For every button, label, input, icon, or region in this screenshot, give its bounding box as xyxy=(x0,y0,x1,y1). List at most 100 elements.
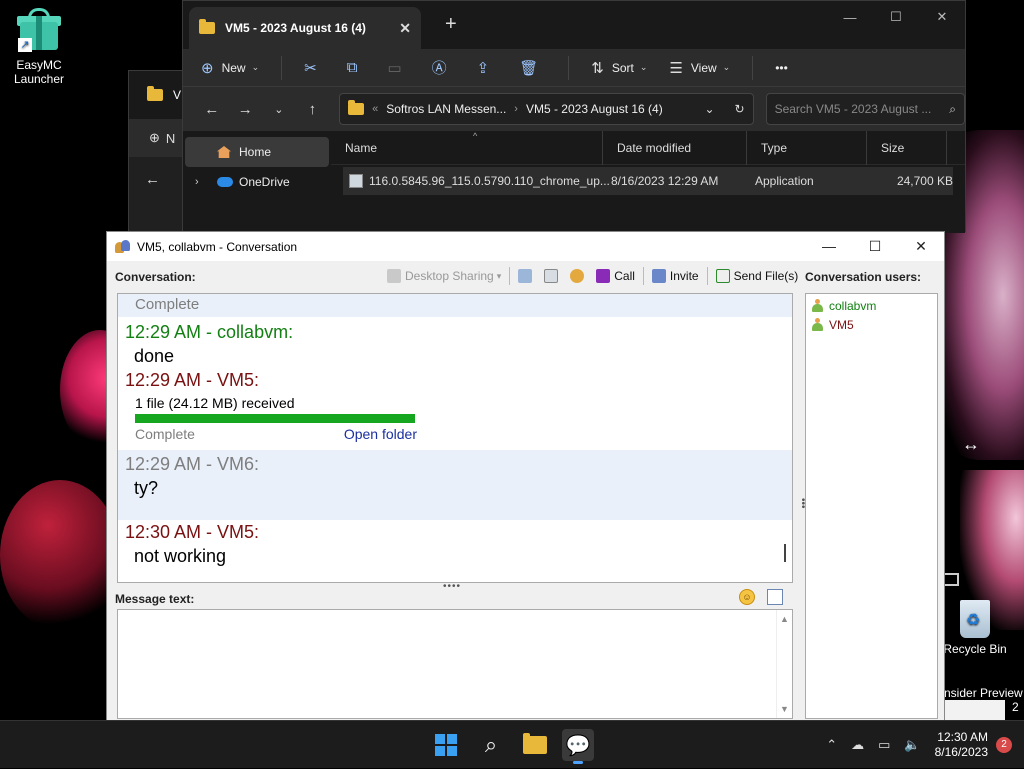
file-explorer-window[interactable]: VM5 - 2023 August 16 (4) ✕ + — ☐ ✕ ⊕ New ⌄… xyxy=(182,0,966,233)
nav-item-home[interactable]: Home xyxy=(185,137,329,167)
start-button[interactable] xyxy=(430,729,462,761)
minimize-button[interactable]: — xyxy=(806,238,852,255)
column-header-size[interactable]: Size xyxy=(867,130,947,165)
chevron-right-icon[interactable]: › xyxy=(195,176,209,188)
breadcrumb-separator-icon: › xyxy=(514,103,518,115)
gear-icon xyxy=(570,269,585,283)
user-item[interactable]: VM5 xyxy=(806,315,937,334)
message-header: 12:29 AM - VM6: xyxy=(125,454,260,474)
close-tab-icon[interactable]: ✕ xyxy=(399,20,411,37)
format-text-icon[interactable] xyxy=(767,589,783,605)
softros-messenger-taskbar-button[interactable]: 💬 xyxy=(562,729,594,764)
view-label: View xyxy=(690,60,717,75)
view-button[interactable]: ☰ View ⌄ xyxy=(669,59,730,77)
desktop-icon-label: EasyMC xyxy=(16,58,62,72)
paste-button[interactable]: ▭ xyxy=(387,59,409,77)
plus-circle-icon: ⊕ xyxy=(201,59,214,77)
cut-button[interactable]: ✂ xyxy=(304,59,325,77)
new-label: New xyxy=(221,60,246,75)
close-button[interactable]: ✕ xyxy=(919,1,965,33)
column-header-type[interactable]: Type xyxy=(747,130,867,165)
tab-current-folder[interactable]: VM5 - 2023 August 16 (4) ✕ xyxy=(189,7,421,49)
recycle-bin-icon: ♻ xyxy=(956,594,994,638)
desktop-icon-easymc[interactable]: ↗ EasyMC Launcher xyxy=(4,8,74,86)
send-files-button[interactable]: Send File(s) xyxy=(715,269,799,283)
breadcrumb-overflow[interactable]: « xyxy=(372,103,378,115)
minimize-button[interactable]: — xyxy=(827,1,873,33)
back-arrow-icon[interactable]: ← xyxy=(195,101,229,118)
conversation-history[interactable]: Complete 12:29 AM - collabvm: done 12:29… xyxy=(117,293,793,583)
search-input[interactable]: Search VM5 - 2023 August ... ⌕ xyxy=(765,93,966,125)
call-button[interactable]: Call xyxy=(596,269,635,283)
clock[interactable]: 12:30 AM 8/16/2023 xyxy=(935,730,988,760)
volume-icon[interactable]: 🔈 xyxy=(904,737,920,753)
desktop-icon-recycle-bin[interactable]: ♻ Recycle Bin xyxy=(940,594,1010,656)
sort-button[interactable]: ⇅ Sort ⌄ xyxy=(591,59,647,77)
monitor-icon[interactable]: ▭ xyxy=(878,737,890,753)
message-header: 12:30 AM - VM5: xyxy=(125,522,260,542)
address-bar[interactable]: « Softros LAN Messen... › VM5 - 2023 Aug… xyxy=(339,93,754,125)
save-log-button[interactable] xyxy=(544,269,562,283)
transfer-progress-bar xyxy=(135,414,415,423)
history-button[interactable] xyxy=(518,269,536,283)
network-icon[interactable]: ☁ xyxy=(851,737,864,753)
recent-locations-icon[interactable]: ⌄ xyxy=(262,103,296,116)
more-options-button[interactable]: ••• xyxy=(775,61,788,75)
file-explorer-taskbar-button[interactable] xyxy=(519,729,551,761)
new-icon: ⊕ xyxy=(149,130,160,145)
user-name: collabvm xyxy=(829,298,877,313)
column-header-name[interactable]: Name xyxy=(331,130,603,165)
rename-icon: Ⓐ xyxy=(431,60,447,77)
application-icon xyxy=(349,174,363,188)
message-scrollbar[interactable]: ▲ ▼ xyxy=(776,610,792,718)
maximize-button[interactable]: ☐ xyxy=(852,238,898,255)
search-icon: ⌕ xyxy=(484,732,498,757)
emoticon-icon[interactable]: ☺ xyxy=(739,589,755,605)
invite-button[interactable]: Invite xyxy=(651,269,699,283)
nav-item-label: Home xyxy=(239,145,272,159)
open-folder-link[interactable]: Open folder xyxy=(344,423,417,445)
search-button[interactable]: ⌕ xyxy=(475,729,507,761)
message-input[interactable]: ▲ ▼ xyxy=(117,609,793,719)
refresh-icon[interactable]: ↻ xyxy=(735,102,745,116)
clock-time: 12:30 AM xyxy=(937,730,988,744)
horizontal-splitter[interactable]: •••• xyxy=(443,581,461,592)
share-button[interactable]: ⇪ xyxy=(477,59,498,77)
send-files-label: Send File(s) xyxy=(733,269,799,283)
show-hidden-icons-icon[interactable]: ⌃ xyxy=(826,737,837,753)
forward-arrow-icon[interactable]: → xyxy=(229,101,263,118)
message-body: done xyxy=(134,346,175,366)
message-text-label: Message text: xyxy=(115,592,195,606)
file-row[interactable]: 116.0.5845.96_115.0.5790.110_chrome_up..… xyxy=(343,167,953,195)
new-button[interactable]: ⊕ New ⌄ xyxy=(201,59,259,77)
up-arrow-icon[interactable]: ↑ xyxy=(296,101,330,118)
scroll-down-icon[interactable]: ▼ xyxy=(777,704,792,714)
close-button[interactable]: ✕ xyxy=(898,238,944,255)
delete-button[interactable]: 🗑 xyxy=(519,59,546,77)
nav-item-onedrive[interactable]: › OneDrive xyxy=(183,167,331,197)
scroll-up-icon[interactable]: ▲ xyxy=(777,614,792,624)
message-header: 12:29 AM - VM5: xyxy=(125,370,260,390)
breadcrumb-item[interactable]: VM5 - 2023 August 16 (4) xyxy=(526,102,663,116)
maximize-button[interactable]: ☐ xyxy=(873,1,919,33)
rename-button[interactable]: Ⓐ xyxy=(432,57,455,78)
new-tab-button[interactable]: + xyxy=(445,13,457,36)
conversation-window[interactable]: VM5, collabvm - Conversation — ☐ ✕ Conve… xyxy=(106,231,945,721)
message-entry: 12:30 AM - VM5: not working xyxy=(118,520,792,568)
folder-icon xyxy=(348,100,365,115)
column-header-date[interactable]: Date modified xyxy=(603,130,747,165)
copy-button[interactable]: ⧉ xyxy=(347,59,366,76)
nav-item-label: OneDrive xyxy=(239,175,290,189)
call-label: Call xyxy=(614,269,635,283)
sort-icon: ⇅ xyxy=(591,59,604,77)
new-button-label: N xyxy=(165,130,176,146)
back-arrow-icon[interactable]: ← xyxy=(129,157,187,188)
background-explorer-window[interactable]: V ⊕ N ← xyxy=(128,70,188,250)
desktop-sharing-button[interactable]: Desktop Sharing ▾ xyxy=(387,269,501,283)
scrollbar-thumb[interactable] xyxy=(784,544,786,562)
chevron-down-icon[interactable]: ⌄ xyxy=(704,102,714,116)
user-item[interactable]: collabvm xyxy=(806,296,937,315)
notification-badge[interactable]: 2 xyxy=(996,737,1012,753)
breadcrumb-item[interactable]: Softros LAN Messen... xyxy=(386,102,506,116)
settings-button[interactable] xyxy=(570,269,588,283)
